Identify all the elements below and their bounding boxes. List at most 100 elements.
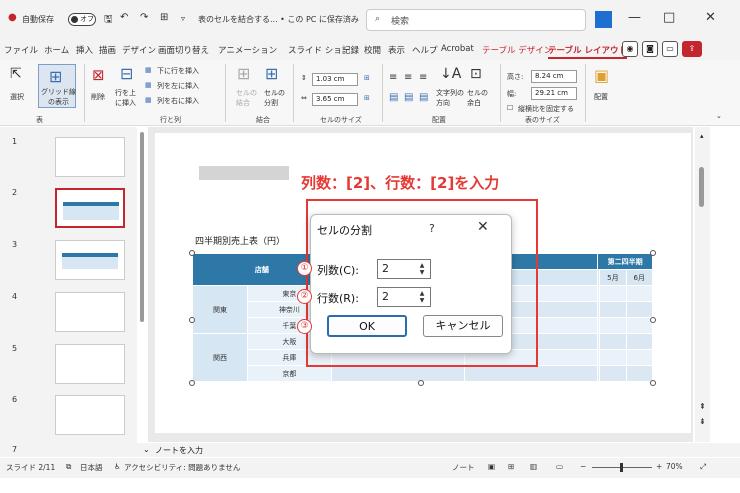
table-cell[interactable] [599,333,627,350]
autosave-toggle[interactable]: オフ [68,13,96,26]
zoom-slider-thumb[interactable] [620,463,623,472]
resize-handle[interactable] [189,380,195,386]
scroll-up-icon[interactable]: ▴ [700,132,704,140]
tab-transitions[interactable]: 画面切り替え [158,44,209,56]
tab-view[interactable]: 表示 [388,44,405,56]
delete-button[interactable]: 削除 [91,92,105,102]
table-cell[interactable] [625,349,654,366]
table-cell[interactable] [625,285,654,302]
tab-insert[interactable]: 挿入 [76,44,93,56]
table-cell[interactable] [599,301,627,318]
tab-draw[interactable]: 描画 [99,44,116,56]
slide-title-placeholder[interactable] [199,166,289,180]
minimize-button[interactable]: — [628,10,641,25]
resize-handle[interactable] [189,317,195,323]
redo-icon[interactable]: ↷ [140,12,148,23]
tab-review[interactable]: 校閲 [364,44,381,56]
header-q2[interactable]: 第二四半期 [597,253,653,270]
comment-icon[interactable]: ▭ [662,41,678,57]
slide-thumbnail-selected[interactable] [55,188,125,228]
accessibility-status[interactable]: アクセシビリティ: 問題ありません [124,462,240,473]
tab-table-layout[interactable]: テーブル レイアウト [548,44,627,59]
zoom-level[interactable]: 70% [666,462,683,471]
region-cell[interactable]: 関西 [192,333,248,382]
tab-acrobat[interactable]: Acrobat [441,44,474,54]
distribute-rows-icon[interactable]: ⊞ [364,74,370,82]
help-button[interactable]: ? [429,222,435,235]
table-cell[interactable] [625,301,654,318]
slide-thumbnail[interactable] [55,344,125,384]
table-cell[interactable] [599,349,627,366]
share-icon[interactable]: ⇪ [682,41,702,57]
row-height-input[interactable]: 1.03 cm [312,73,358,86]
language-label[interactable]: 日本語 [80,462,103,473]
scroll-thumb[interactable] [699,167,704,207]
city-cell[interactable]: 京都 [247,365,332,382]
normal-view-icon[interactable]: ▣ [488,462,495,471]
columns-spinner[interactable]: ▲ ▼ [416,262,428,276]
cancel-button[interactable]: キャンセル [423,315,503,337]
table-height-input[interactable]: 8.24 cm [531,70,577,83]
tab-table-design[interactable]: テーブル デザイン [482,44,552,56]
split-button[interactable]: セルの 分割 [264,88,285,108]
thumbnails-scrollbar[interactable] [140,132,144,322]
accessibility-icon[interactable]: ♿ [114,462,121,471]
tab-animations[interactable]: アニメーション [218,44,277,56]
prev-slide-icon[interactable]: ⇞ [699,402,706,411]
tab-file[interactable]: ファイル [4,44,38,56]
header-month[interactable]: 6月 [625,269,654,286]
undo-icon[interactable]: ↶ [120,12,128,23]
slide-thumbnail[interactable] [55,395,125,435]
resize-handle[interactable] [650,250,656,256]
cell-margins-button[interactable]: セルの 余白 [467,88,488,108]
spelling-icon[interactable]: ⧉ [66,462,71,472]
slideshow-icon[interactable]: ▭ [556,462,563,471]
reading-view-icon[interactable]: ▥ [530,462,537,471]
distribute-cols-icon[interactable]: ⊞ [364,94,370,102]
table-cell[interactable] [330,365,465,382]
search-box[interactable]: ⌕ 検索 [366,9,586,31]
align-top-icon[interactable]: ▤ [389,92,398,103]
slide-thumbnail[interactable] [55,137,125,177]
table-width-input[interactable]: 29.21 cm [531,87,577,100]
dialog-close-button[interactable]: ✕ [477,219,489,235]
insert-right-button[interactable]: 列を右に挿入 [157,96,199,106]
record-icon[interactable]: ◉ [622,41,638,57]
resize-handle[interactable] [189,250,195,256]
table-cell[interactable] [625,317,654,334]
tab-slideshow[interactable]: スライド ショー [288,44,350,56]
qat-dropdown-icon[interactable]: ▿ [181,14,185,23]
columns-input[interactable]: 2 ▲ ▼ [377,259,431,279]
presenter-icon[interactable]: ⊞ [160,12,168,23]
region-cell[interactable]: 関東 [192,285,248,334]
arrange-button[interactable]: 配置 [594,92,608,102]
select-button[interactable]: 選択 [10,92,24,102]
zoom-out-button[interactable]: − [580,462,586,471]
collapse-ribbon-icon[interactable]: ⌄ [716,112,722,120]
tab-home[interactable]: ホーム [44,44,69,56]
tab-design[interactable]: デザイン [122,44,156,56]
next-slide-icon[interactable]: ⇟ [699,417,706,426]
fit-slide-icon[interactable]: ⤢ [700,462,706,472]
notes-button[interactable]: ノート [452,462,475,473]
table-cell[interactable] [599,285,627,302]
header-month[interactable]: 5月 [599,269,627,286]
table-cell[interactable] [463,365,599,382]
rows-spinner[interactable]: ▲ ▼ [416,290,428,304]
close-button[interactable]: ✕ [705,10,716,25]
align-bottom-icon[interactable]: ▤ [419,92,428,103]
table-cell[interactable] [599,365,627,382]
merge-button[interactable]: セルの 結合 [236,88,257,108]
resize-handle[interactable] [650,380,656,386]
slide-thumbnail[interactable] [55,292,125,332]
col-width-input[interactable]: 3.65 cm [312,93,358,106]
table-cell[interactable] [599,317,627,334]
insert-left-button[interactable]: 列を左に挿入 [157,81,199,91]
lock-ratio-checkbox[interactable]: ☐ [507,104,513,112]
table-cell[interactable] [625,365,654,382]
slide-sorter-icon[interactable]: ⊞ [508,462,514,471]
canvas-scrollbar[interactable]: ▴ ⇞ ⇟ [695,127,710,442]
table-cell[interactable] [625,333,654,350]
camera-icon[interactable]: ◙ [642,41,658,57]
table-title[interactable]: 四半期別売上表（円） [195,234,285,247]
